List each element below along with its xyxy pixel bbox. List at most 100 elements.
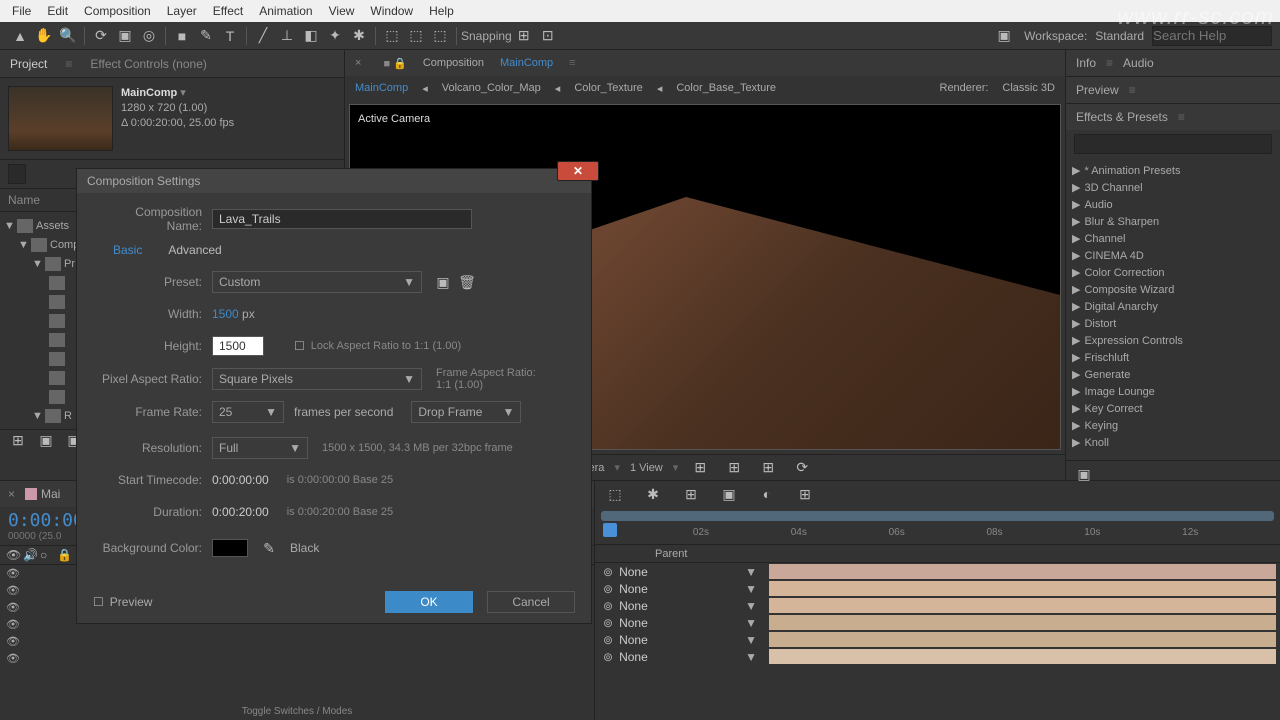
- tab-info[interactable]: Info: [1076, 56, 1096, 70]
- parent-link-icon[interactable]: ⊚: [603, 633, 613, 647]
- comp-name-input[interactable]: [212, 209, 472, 229]
- fps-select[interactable]: 25▼: [212, 401, 284, 423]
- preset-item[interactable]: ▶3D Channel: [1066, 179, 1280, 196]
- bg-color-swatch[interactable]: [212, 539, 248, 557]
- close-tl-tab[interactable]: ×: [8, 487, 15, 501]
- eye-icon[interactable]: 👁: [6, 635, 18, 648]
- parent-select[interactable]: None: [619, 616, 739, 630]
- axis-view-icon[interactable]: ⬚: [429, 25, 451, 47]
- stc-value[interactable]: 0:00:00:00: [212, 473, 269, 487]
- eye-icon[interactable]: 👁: [6, 567, 18, 580]
- effects-search[interactable]: [1074, 134, 1272, 154]
- layer-row[interactable]: 👁: [0, 633, 594, 650]
- track-row[interactable]: ⊚None▼: [595, 563, 1280, 580]
- tl-search-icon[interactable]: ✱: [642, 483, 664, 505]
- eye-icon[interactable]: 👁: [6, 584, 18, 597]
- interpret-icon[interactable]: ⊞: [7, 430, 29, 452]
- preset-item[interactable]: ▶Color Correction: [1066, 264, 1280, 281]
- parent-link-icon[interactable]: ⊚: [603, 616, 613, 630]
- preset-item[interactable]: ▶Image Lounge: [1066, 383, 1280, 400]
- preview-checkbox[interactable]: ☐: [93, 595, 104, 609]
- lock-column-icon[interactable]: 🔒: [57, 548, 71, 562]
- time-ruler[interactable]: 02s 04s 06s 08s 10s 12s: [595, 507, 1280, 545]
- audio-column-icon[interactable]: 🔊: [23, 548, 37, 562]
- parent-link-icon[interactable]: ⊚: [603, 599, 613, 613]
- vp-icon4[interactable]: ⟳: [791, 457, 813, 479]
- rect-tool-icon[interactable]: ■: [171, 25, 193, 47]
- menu-edit[interactable]: Edit: [39, 4, 76, 18]
- menu-window[interactable]: Window: [362, 4, 421, 18]
- layer-bar[interactable]: [769, 615, 1276, 630]
- parent-link-icon[interactable]: ⊚: [603, 565, 613, 579]
- par-select[interactable]: Square Pixels▼: [212, 368, 422, 390]
- eye-icon[interactable]: 👁: [6, 601, 18, 614]
- preset-select[interactable]: Custom▼: [212, 271, 422, 293]
- preset-item[interactable]: ▶* Animation Presets: [1066, 162, 1280, 179]
- track-row[interactable]: ⊚None▼: [595, 614, 1280, 631]
- track-row[interactable]: ⊚None▼: [595, 631, 1280, 648]
- layer-bar[interactable]: [769, 581, 1276, 596]
- tab-preview[interactable]: Preview: [1076, 83, 1119, 97]
- eraser-tool-icon[interactable]: ◧: [300, 25, 322, 47]
- preset-item[interactable]: ▶Blur & Sharpen: [1066, 213, 1280, 230]
- menu-file[interactable]: File: [4, 4, 39, 18]
- workspace-select[interactable]: Standard: [1095, 29, 1144, 43]
- tab-basic[interactable]: Basic: [113, 243, 142, 257]
- parent-select[interactable]: None: [619, 582, 739, 596]
- preset-item[interactable]: ▶Digital Anarchy: [1066, 298, 1280, 315]
- menu-help[interactable]: Help: [421, 4, 462, 18]
- hand-tool-icon[interactable]: ✋: [33, 25, 55, 47]
- save-preset-icon[interactable]: ▣: [432, 271, 454, 293]
- menu-composition[interactable]: Composition: [76, 4, 159, 18]
- dropframe-select[interactable]: Drop Frame▼: [411, 401, 521, 423]
- layer-bar[interactable]: [769, 632, 1276, 647]
- roto-tool-icon[interactable]: ✦: [324, 25, 346, 47]
- menu-view[interactable]: View: [321, 4, 363, 18]
- vp-icon[interactable]: ⊞: [689, 457, 711, 479]
- brush-tool-icon[interactable]: ╱: [252, 25, 274, 47]
- parent-select[interactable]: None: [619, 633, 739, 647]
- preset-item[interactable]: ▶Composite Wizard: [1066, 281, 1280, 298]
- tab-effect-controls[interactable]: Effect Controls (none): [90, 57, 207, 71]
- menu-layer[interactable]: Layer: [159, 4, 205, 18]
- eye-column-icon[interactable]: 👁: [6, 548, 20, 562]
- parent-select[interactable]: None: [619, 599, 739, 613]
- tab-audio[interactable]: Audio: [1123, 56, 1154, 70]
- vp-icon3[interactable]: ⊞: [757, 457, 779, 479]
- menu-effect[interactable]: Effect: [205, 4, 251, 18]
- tab-effects-presets[interactable]: Effects & Presets: [1076, 110, 1168, 124]
- preset-item[interactable]: ▶Key Correct: [1066, 400, 1280, 417]
- close-button[interactable]: ✕: [557, 161, 599, 181]
- tl-brain-icon[interactable]: ⊞: [794, 483, 816, 505]
- preset-item[interactable]: ▶Audio: [1066, 196, 1280, 213]
- delete-preset-icon[interactable]: 🗑: [456, 271, 478, 293]
- height-input[interactable]: [212, 336, 264, 356]
- preset-item[interactable]: ▶Frischluft: [1066, 349, 1280, 366]
- tl-icon[interactable]: ⬚: [604, 483, 626, 505]
- view-select[interactable]: 1 View: [630, 462, 663, 474]
- pen-tool-icon[interactable]: ✎: [195, 25, 217, 47]
- preset-item[interactable]: ▶Distort: [1066, 315, 1280, 332]
- comp-tab-name[interactable]: MainComp: [500, 57, 553, 69]
- rotate-tool-icon[interactable]: ⟳: [90, 25, 112, 47]
- parent-link-icon[interactable]: ⊚: [603, 650, 613, 664]
- snapping-toggle[interactable]: Snapping: [461, 29, 512, 43]
- layer-bar[interactable]: [769, 649, 1276, 664]
- axis-local-icon[interactable]: ⬚: [381, 25, 403, 47]
- preset-item[interactable]: ▶Channel: [1066, 230, 1280, 247]
- sync-icon[interactable]: ▣: [993, 25, 1015, 47]
- snap-opt2-icon[interactable]: ⊡: [537, 25, 559, 47]
- crumb-2[interactable]: Volcano_Color_Map: [442, 82, 541, 94]
- new-folder-icon[interactable]: ▣: [35, 430, 57, 452]
- eye-icon[interactable]: 👁: [6, 652, 18, 665]
- menu-animation[interactable]: Animation: [251, 4, 320, 18]
- crumb-3[interactable]: Color_Texture: [574, 82, 642, 94]
- preset-item[interactable]: ▶CINEMA 4D: [1066, 247, 1280, 264]
- res-select[interactable]: Full▼: [212, 437, 308, 459]
- vp-icon2[interactable]: ⊞: [723, 457, 745, 479]
- lock-aspect-checkbox[interactable]: ☐: [294, 339, 305, 353]
- parent-select[interactable]: None: [619, 650, 739, 664]
- track-row[interactable]: ⊚None▼: [595, 597, 1280, 614]
- preset-item[interactable]: ▶Generate: [1066, 366, 1280, 383]
- tab-advanced[interactable]: Advanced: [168, 243, 221, 257]
